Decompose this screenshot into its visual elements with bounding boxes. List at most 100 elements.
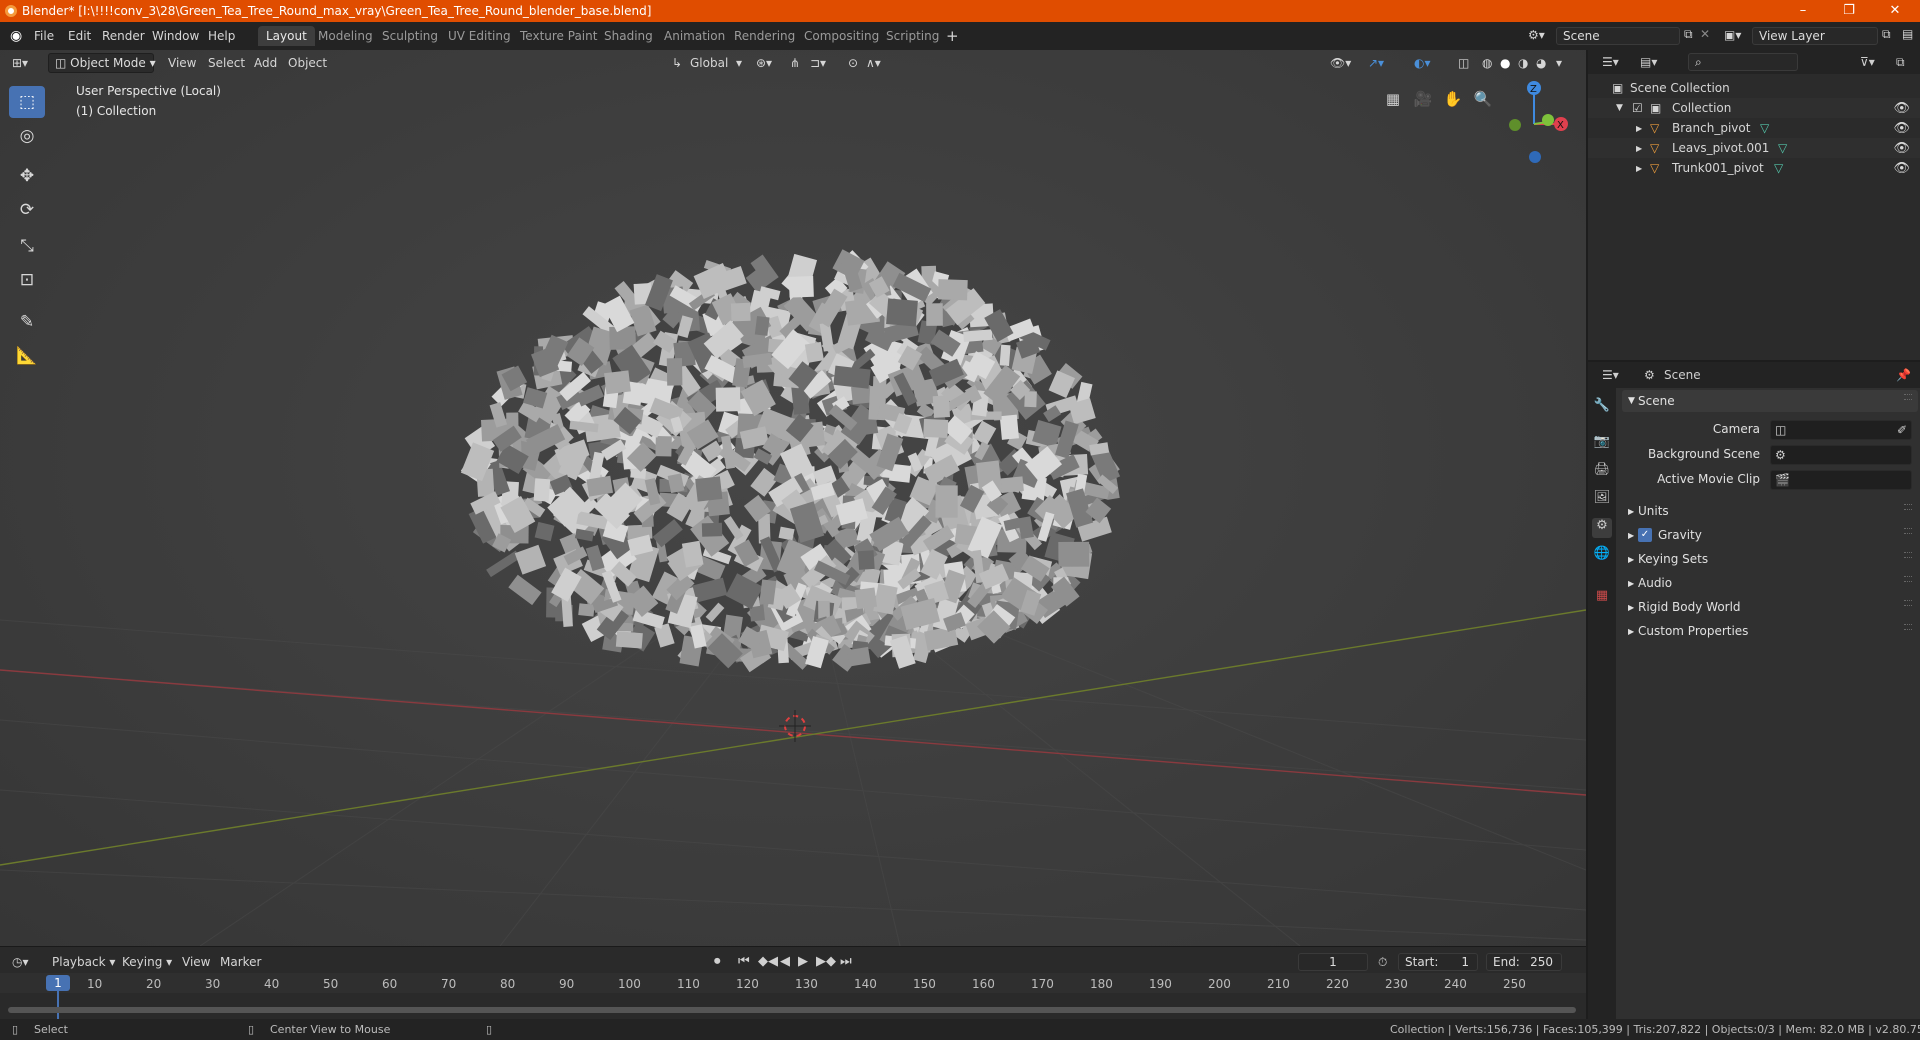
output-tab-icon[interactable]: 🖨 [1592, 462, 1612, 482]
falloff-icon[interactable]: ∧▾ [866, 56, 881, 70]
new-collection-icon[interactable]: ⧉ [1896, 55, 1905, 70]
camera-field[interactable]: ◫ ✐ [1770, 420, 1912, 440]
panel-rigid-body-world[interactable]: ▶ Rigid Body World [1622, 596, 1918, 618]
outliner-row-object[interactable]: ▶ ▽ Trunk001_pivot ▽ 👁 [1588, 158, 1920, 178]
delete-scene-icon[interactable]: ✕ [1700, 27, 1710, 41]
wireframe-shading-icon[interactable]: ◍ [1482, 56, 1492, 70]
move-tool[interactable]: ✥ [9, 160, 45, 192]
outliner-row-object[interactable]: ▶ ▽ Leavs_pivot.001 ▽ 👁 [1588, 138, 1920, 158]
rotate-tool[interactable]: ⟳ [9, 194, 45, 226]
drag-grip-icon[interactable] [1904, 576, 1912, 582]
jump-start-icon[interactable]: ⏮ [738, 954, 750, 969]
current-frame-field[interactable]: 1 [1298, 953, 1368, 971]
properties-editor-icon[interactable]: ☰▾ [1602, 368, 1619, 382]
zoom-view-button[interactable]: 🔍 [1470, 86, 1496, 112]
play-reverse-icon[interactable]: ◀ [780, 954, 790, 969]
outliner-search-input[interactable]: ⌕ [1688, 53, 1798, 71]
tab-modeling[interactable]: Modeling [310, 26, 381, 46]
snap-target-icon[interactable]: ⊐▾ [810, 56, 826, 70]
tab-rendering[interactable]: Rendering [726, 26, 803, 46]
menu-object[interactable]: Object [288, 56, 327, 70]
orientation-icon[interactable]: ↳ [672, 56, 682, 70]
tab-sculpting[interactable]: Sculpting [374, 26, 446, 46]
tool-tab-icon[interactable]: 🔧 [1592, 398, 1612, 418]
editor-type-icon[interactable]: ⊞▾ [12, 56, 28, 70]
end-frame-field[interactable]: End: 250 [1486, 953, 1562, 971]
tab-shading[interactable]: Shading [596, 26, 661, 46]
menu-help[interactable]: Help [208, 29, 235, 43]
orientation-selector[interactable]: Global [690, 56, 728, 70]
texture-tab-icon[interactable]: ▦ [1592, 588, 1612, 608]
add-workspace-icon[interactable]: + [946, 27, 959, 45]
tab-scripting[interactable]: Scripting [878, 26, 947, 46]
annotate-tool[interactable]: ✎ [9, 306, 45, 338]
tab-layout[interactable]: Layout [258, 26, 315, 46]
gravity-checkbox[interactable]: ✓ [1638, 528, 1652, 542]
display-mode-icon[interactable]: ▤▾ [1640, 55, 1657, 69]
snap-icon[interactable]: ⋔ [790, 56, 800, 70]
mesh-data-icon[interactable]: ▽ [1774, 161, 1783, 175]
close-button[interactable]: ✕ [1872, 0, 1918, 22]
next-keyframe-icon[interactable]: ▶◆ [816, 954, 836, 969]
tab-compositing[interactable]: Compositing [796, 26, 887, 46]
mode-selector[interactable]: ◫ Object Mode ▾ [48, 53, 156, 73]
collapse-arrow-icon[interactable]: ▶ [1636, 164, 1642, 173]
xray-icon[interactable]: ◫ [1458, 56, 1469, 70]
start-frame-field[interactable]: Start: 1 [1398, 953, 1478, 971]
clock-icon[interactable]: ⏱ [1378, 955, 1387, 970]
panel-expand-icon[interactable]: ▼ [1628, 396, 1635, 406]
overlay-toggle-icon[interactable]: ◐▾ [1414, 56, 1431, 70]
scale-tool[interactable]: ⤡ [9, 230, 45, 262]
new-view-layer-icon[interactable]: ⧉ [1882, 27, 1891, 42]
menu-render[interactable]: Render [102, 29, 145, 43]
pivot-icon[interactable]: ⊛▾ [756, 56, 772, 70]
prev-keyframe-icon[interactable]: ◆◀ [758, 954, 778, 969]
drag-grip-icon[interactable] [1904, 504, 1912, 510]
menu-edit[interactable]: Edit [68, 29, 91, 43]
transform-tool[interactable]: ⊡ [9, 264, 45, 296]
proportional-edit-icon[interactable]: ⊙ [848, 56, 858, 70]
play-icon[interactable]: ▶ [798, 954, 808, 969]
maximize-button[interactable]: ❐ [1826, 0, 1872, 22]
menu-window[interactable]: Window [152, 29, 199, 43]
menu-file[interactable]: File [34, 29, 54, 43]
menu-marker[interactable]: Marker [220, 955, 261, 969]
panel-gravity[interactable]: ▶ ✓ Gravity [1622, 524, 1918, 546]
menu-select[interactable]: Select [208, 56, 245, 70]
mesh-data-icon[interactable]: ▽ [1760, 121, 1769, 135]
view-layer-icon[interactable]: ▣▾ [1724, 28, 1741, 42]
expand-arrow-icon[interactable]: ▼ [1616, 103, 1623, 113]
camera-view-button[interactable]: 🎥 [1410, 86, 1436, 112]
measure-tool[interactable]: 📐 [9, 340, 45, 372]
material-shading-icon[interactable]: ◑ [1518, 56, 1528, 70]
scene-type-icon[interactable]: ⚙▾ [1528, 28, 1545, 42]
drag-grip-icon[interactable] [1904, 528, 1912, 534]
gizmo-toggle-icon[interactable]: ↗▾ [1368, 56, 1384, 70]
outliner-row-object[interactable]: ▶ ▽ Branch_pivot ▽ 👁 [1588, 118, 1920, 138]
collapse-arrow-icon[interactable]: ▶ [1636, 124, 1642, 133]
orientation-dropdown-icon[interactable]: ▾ [736, 56, 742, 70]
drag-grip-icon[interactable] [1904, 600, 1912, 606]
collapse-arrow-icon[interactable]: ▶ [1636, 144, 1642, 153]
tab-uv-editing[interactable]: UV Editing [440, 26, 519, 46]
render-tab-icon[interactable]: 📷 [1592, 434, 1612, 454]
menu-playback[interactable]: Playback ▾ [52, 955, 115, 969]
tab-animation[interactable]: Animation [656, 26, 733, 46]
background-scene-field[interactable]: ⚙ [1770, 445, 1912, 465]
view-layer-tab-icon[interactable]: 🖼 [1592, 490, 1612, 510]
jump-end-icon[interactable]: ⏭ [840, 954, 852, 969]
panel-audio[interactable]: ▶ Audio [1622, 572, 1918, 594]
panel-keying-sets[interactable]: ▶ Keying Sets [1622, 548, 1918, 570]
collection-checkbox[interactable]: ☑ [1632, 101, 1643, 115]
view-layer-selector[interactable]: View Layer [1752, 27, 1878, 45]
timeline-scrollbar[interactable] [8, 1007, 1576, 1013]
drag-grip-icon[interactable] [1904, 552, 1912, 558]
minimize-button[interactable]: – [1780, 0, 1826, 22]
visibility-eye-icon[interactable]: 👁 [1893, 121, 1910, 136]
3d-viewport[interactable]: Z X User Perspective (Local) (1) Collect… [0, 50, 1586, 946]
cursor-tool[interactable]: ◎ [9, 120, 45, 152]
visibility-eye-icon[interactable]: 👁 [1893, 161, 1910, 176]
playhead[interactable]: 1 [46, 975, 70, 991]
select-box-tool[interactable]: ⬚ [9, 86, 45, 118]
timeline-editor-icon[interactable]: ◷▾ [12, 955, 29, 969]
